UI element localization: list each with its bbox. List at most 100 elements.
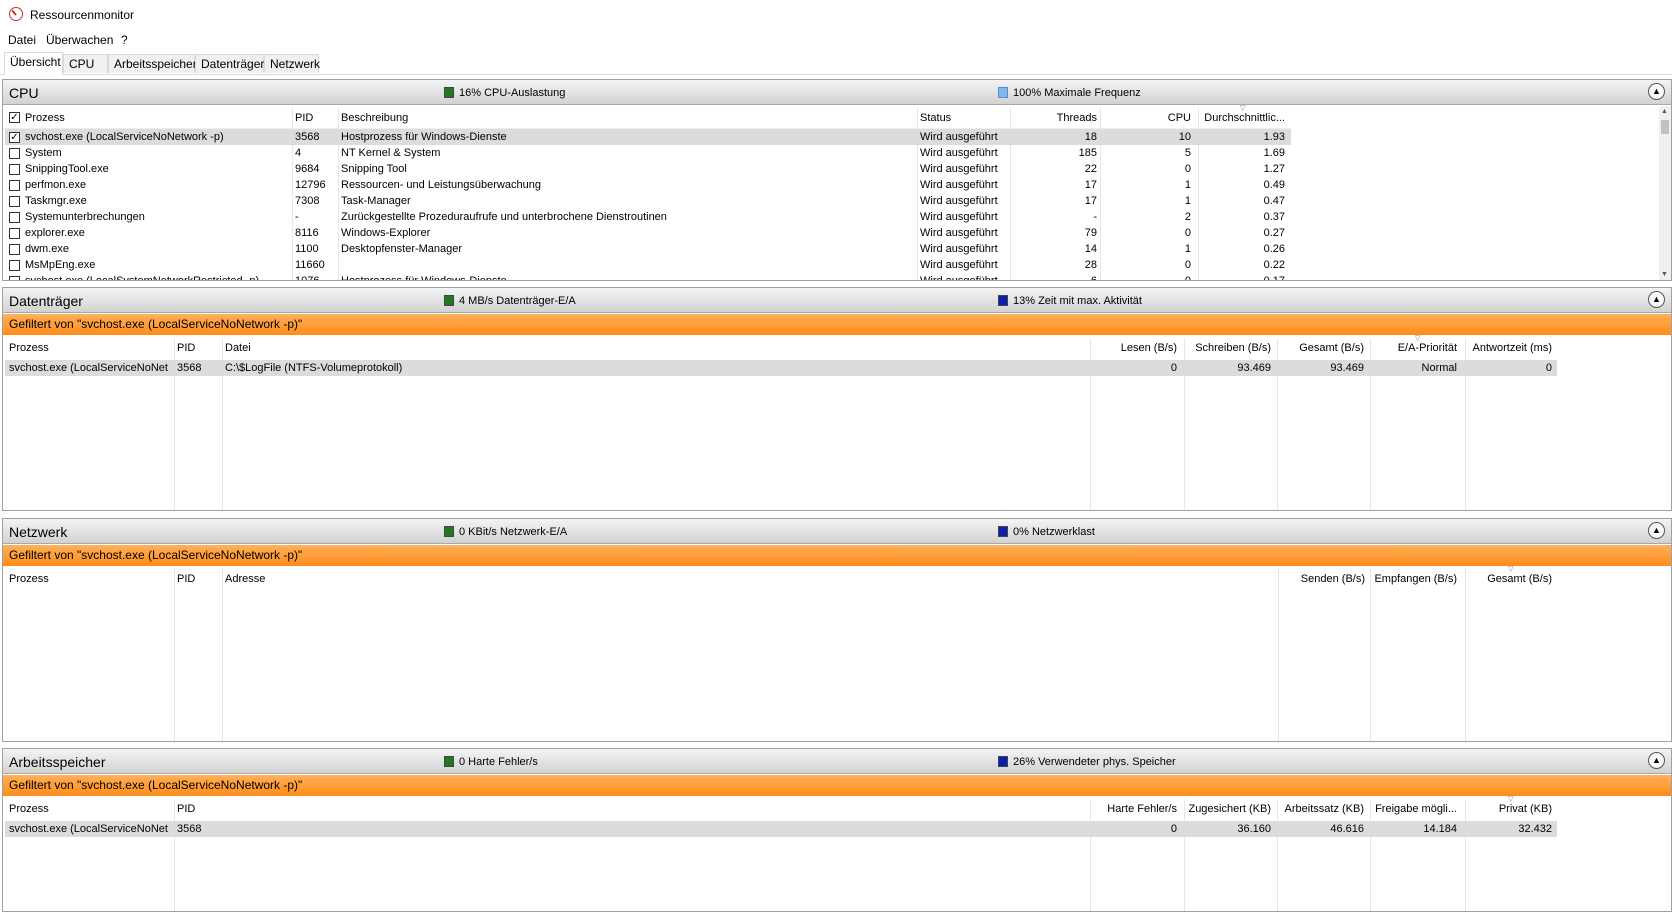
tab-uebersicht[interactable]: Übersicht [4, 52, 63, 75]
cpu-cell-t: 185 [1078, 147, 1097, 159]
cpu-row-checkbox[interactable] [9, 260, 20, 271]
cpu-header-6[interactable]: Durchschnittlic... [1201, 108, 1285, 128]
disk-activity-text: 13% Zeit mit max. Aktivität [1013, 295, 1142, 307]
memory-header-5[interactable]: Freigabe mögli... [1373, 799, 1457, 819]
memory-used-swatch [998, 756, 1008, 767]
cpu-header-0[interactable]: Prozess [25, 108, 285, 128]
cpu-scrollbar[interactable]: ▲ ▼ [1659, 106, 1671, 280]
disk-cell-pid: 3568 [177, 362, 202, 374]
menu-ueberwachen[interactable]: Überwachen [46, 33, 113, 47]
disk-header-5[interactable]: Gesamt (B/s) [1280, 338, 1364, 358]
disk-header-7[interactable]: Antwortzeit (ms) [1468, 338, 1552, 358]
cpu-cell-c: 0 [1184, 275, 1191, 281]
memory-header-2[interactable]: Harte Fehler/s [1093, 799, 1177, 819]
cpu-row-checkbox[interactable] [9, 180, 20, 191]
network-panel-header[interactable]: Netzwerk 0 KBit/s Netzwerk-E/A 0% Netzwe… [3, 519, 1671, 544]
memory-cell-hf: 0 [1170, 823, 1177, 835]
cpu-row-checkbox[interactable] [9, 244, 20, 255]
cpu-scroll-thumb[interactable] [1661, 120, 1669, 134]
memory-cell-pid: 3568 [177, 823, 202, 835]
scroll-down-arrow-icon[interactable]: ▼ [1661, 271, 1668, 278]
cpu-cell-c: 0 [1184, 259, 1191, 271]
network-header-1[interactable]: PID [177, 569, 217, 589]
cpu-cell-s: Wird ausgeführt [920, 275, 998, 281]
disk-cell-p: svchost.exe (LocalServiceNoNet... [9, 362, 169, 374]
network-header-2[interactable]: Adresse [225, 569, 1265, 589]
menu-datei[interactable]: Datei [8, 33, 36, 47]
memory-collapse-button[interactable]: ▲ [1648, 752, 1665, 769]
cpu-cell-t: 22 [1084, 163, 1097, 175]
disk-panel-title: Datenträger [9, 293, 83, 309]
network-load-legend: 0% Netzwerklast [998, 526, 1095, 538]
cpu-cell-a: 0.37 [1263, 211, 1285, 223]
network-header-4[interactable]: Empfangen (B/s) [1373, 569, 1457, 589]
network-column-divider [174, 569, 175, 741]
cpu-select-all-checkbox[interactable]: ✓ [9, 112, 20, 123]
cpu-cell-p: MsMpEng.exe [25, 259, 96, 271]
cpu-row-checkbox[interactable] [9, 196, 20, 207]
cpu-cell-d: Hostprozess für Windows-Dienste [341, 275, 507, 281]
disk-header-4[interactable]: Schreiben (B/s) [1187, 338, 1271, 358]
cpu-header-1[interactable]: PID [295, 108, 335, 128]
disk-header-3[interactable]: Lesen (B/s) [1093, 338, 1177, 358]
scroll-up-arrow-icon[interactable]: ▲ [1661, 108, 1668, 115]
cpu-cell-t: 14 [1084, 243, 1097, 255]
cpu-row-checkbox[interactable] [9, 164, 20, 175]
disk-collapse-button[interactable]: ▲ [1648, 291, 1665, 308]
disk-activity-swatch [998, 295, 1008, 306]
cpu-cell-c: 1 [1184, 195, 1191, 207]
disk-cell-resp: 0 [1545, 362, 1552, 374]
cpu-cell-p: Taskmgr.exe [25, 195, 87, 207]
cpu-row-checkbox[interactable] [9, 276, 20, 280]
disk-header-1[interactable]: PID [177, 338, 217, 358]
memory-header-0[interactable]: Prozess [9, 799, 169, 819]
network-io-text: 0 KBit/s Netzwerk-E/A [459, 526, 568, 538]
cpu-cell-d [341, 257, 911, 273]
network-table: Prozess PID Adresse Senden (B/s) Empfangen (… [3, 566, 1671, 741]
network-panel-title: Netzwerk [9, 524, 68, 540]
tab-arbeitsspeicher[interactable]: Arbeitsspeicher [108, 54, 197, 73]
disk-cell-g: 93.469 [1330, 362, 1364, 374]
menu-help[interactable]: ? [121, 33, 128, 47]
disk-header-0[interactable]: Prozess [9, 338, 169, 358]
cpu-header-divider [3, 128, 1291, 129]
memory-filter-bar: Gefiltert von "svchost.exe (LocalService… [3, 775, 1671, 796]
memory-header-1[interactable]: PID [177, 799, 217, 819]
cpu-header-2[interactable]: Beschreibung [341, 108, 911, 128]
cpu-row-checkbox[interactable] [9, 228, 20, 239]
cpu-cell-pid: - [295, 211, 299, 223]
cpu-row-checkbox[interactable] [9, 148, 20, 159]
network-collapse-button[interactable]: ▲ [1648, 522, 1665, 539]
title-bar: Ressourcenmonitor [0, 0, 1672, 30]
cpu-header-5[interactable]: CPU [1103, 108, 1191, 128]
network-header-0[interactable]: Prozess [9, 569, 169, 589]
tab-netzwerk[interactable]: Netzwerk [264, 54, 320, 73]
memory-cell-p: svchost.exe (LocalServiceNoNet... [9, 823, 169, 835]
cpu-collapse-button[interactable]: ▲ [1648, 83, 1665, 100]
cpu-cell-pid: 1100 [295, 243, 319, 255]
memory-header-4[interactable]: Arbeitssatz (KB) [1280, 799, 1364, 819]
cpu-panel-header[interactable]: CPU 16% CPU-Auslastung 100% Maximale Fre… [3, 80, 1671, 105]
disk-panel-header[interactable]: Datenträger 4 MB/s Datenträger-E/A 13% Z… [3, 288, 1671, 313]
tab-datentraeger[interactable]: Datenträger [195, 54, 264, 73]
disk-header-2[interactable]: Datei [225, 338, 1075, 358]
disk-table: Prozess PID Datei Lesen (B/s) Schreiben (B/s… [3, 335, 1671, 510]
cpu-cell-s: Wird ausgeführt [920, 147, 998, 159]
cpu-row-checkbox[interactable]: ✓ [9, 132, 20, 143]
cpu-cell-p: svchost.exe (LocalServiceNoNetwork -p) [25, 131, 224, 143]
network-load-swatch [998, 526, 1008, 537]
cpu-process-table: ✓ ▽ Prozess PID Beschreibung Status Threads CPU… [3, 105, 1659, 281]
cpu-cell-d: Zurückgestellte Prozeduraufrufe und unte… [341, 211, 667, 223]
network-header-3[interactable]: Senden (B/s) [1281, 569, 1365, 589]
cpu-header-3[interactable]: Status [920, 108, 1008, 128]
cpu-header-4[interactable]: Threads [1013, 108, 1097, 128]
cpu-row-checkbox[interactable] [9, 212, 20, 223]
cpu-cell-p: SnippingTool.exe [25, 163, 109, 175]
cpu-cell-d: Snipping Tool [341, 163, 407, 175]
tab-cpu[interactable]: CPU [63, 54, 108, 73]
cpu-cell-s: Wird ausgeführt [920, 211, 998, 223]
sort-descending-icon: ▽ [1415, 335, 1421, 342]
memory-header-3[interactable]: Zugesichert (KB) [1187, 799, 1271, 819]
memory-panel-header[interactable]: Arbeitsspeicher 0 Harte Fehler/s 26% Ver… [3, 749, 1671, 774]
sort-descending-icon: ▽ [1508, 796, 1514, 803]
